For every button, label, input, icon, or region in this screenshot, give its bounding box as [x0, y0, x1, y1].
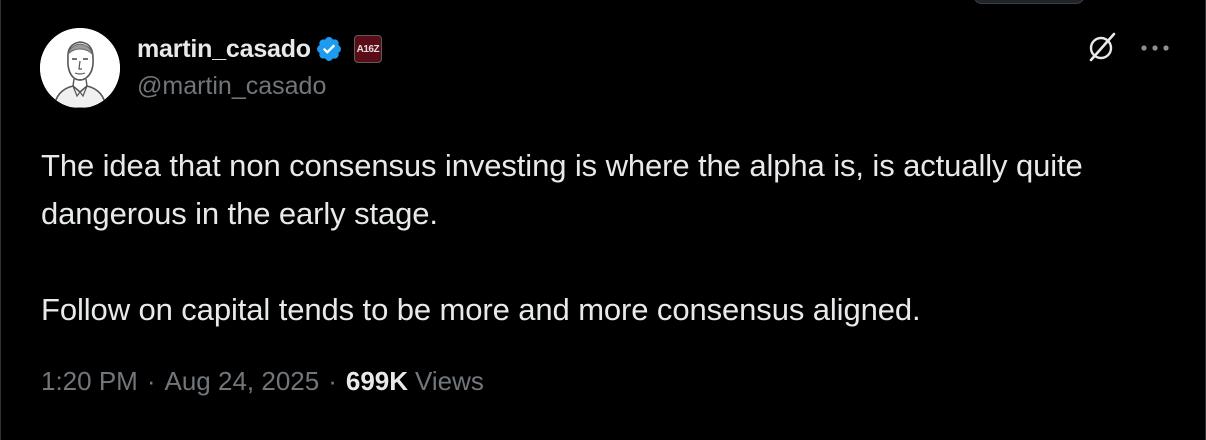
- verified-badge-icon[interactable]: [315, 34, 345, 64]
- author-name-row: martin_casado A16Z: [137, 32, 382, 66]
- meta-separator: ·: [328, 366, 337, 396]
- tweet-time[interactable]: 1:20 PM: [41, 366, 138, 397]
- tweet-text: The idea that non consensus investing is…: [41, 142, 1171, 334]
- views-label: Views: [415, 366, 484, 396]
- more-icon[interactable]: [1139, 38, 1171, 58]
- views-count[interactable]: 699K: [346, 366, 408, 397]
- author-handle[interactable]: @martin_casado: [137, 72, 326, 101]
- grok-icon[interactable]: [1085, 30, 1119, 64]
- author-display-name[interactable]: martin_casado: [137, 35, 311, 64]
- tweet-paragraph-2: Follow on capital tends to be more and m…: [41, 292, 921, 327]
- avatar-sketch-icon: [40, 28, 120, 108]
- top-pill-button[interactable]: [973, 0, 1085, 4]
- avatar[interactable]: [40, 28, 120, 108]
- tweet-card: martin_casado A16Z @martin_casado The id…: [0, 0, 1206, 440]
- tweet-paragraph-1: The idea that non consensus investing is…: [41, 148, 1083, 231]
- tweet-meta: 1:20 PM · Aug 24, 2025 · 699K Views: [41, 366, 484, 397]
- affiliate-badge[interactable]: A16Z: [353, 35, 382, 63]
- tweet-date[interactable]: Aug 24, 2025: [165, 366, 320, 397]
- meta-separator: ·: [146, 366, 156, 396]
